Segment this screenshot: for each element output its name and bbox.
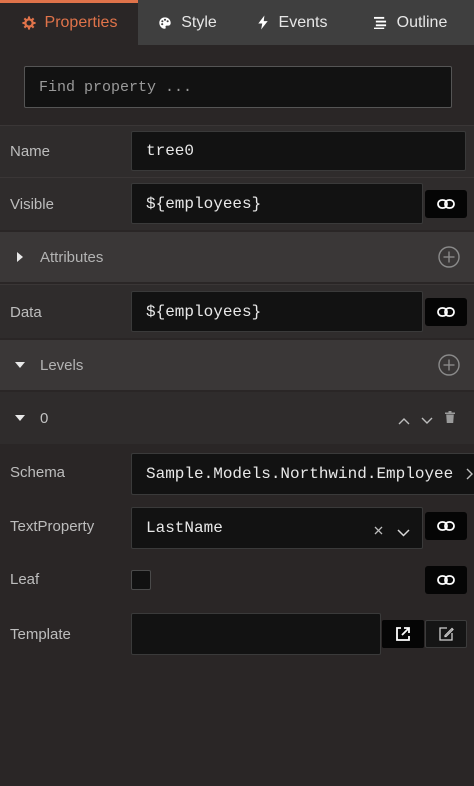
chevron-right-icon bbox=[466, 468, 473, 480]
name-input[interactable]: tree0 bbox=[131, 131, 466, 171]
level-index: 0 bbox=[40, 410, 49, 427]
lightning-icon bbox=[255, 15, 271, 31]
chevron-down-icon bbox=[397, 529, 410, 537]
external-link-icon bbox=[396, 627, 410, 641]
visible-input[interactable]: ${employees} bbox=[131, 183, 423, 224]
name-label: Name bbox=[10, 143, 51, 160]
tab-properties[interactable]: Properties bbox=[0, 0, 138, 45]
tab-label: Outline bbox=[396, 13, 448, 31]
edit-icon bbox=[438, 627, 454, 641]
tab-label: Events bbox=[278, 13, 328, 31]
link-icon bbox=[437, 199, 455, 209]
chevron-down-icon bbox=[421, 417, 433, 424]
caret-down-icon bbox=[14, 359, 26, 371]
levels-section-header[interactable]: Levels bbox=[0, 340, 474, 390]
property-search-area bbox=[0, 45, 474, 125]
link-icon bbox=[437, 521, 455, 531]
data-row: Data ${employees} bbox=[0, 284, 474, 338]
schema-label: Schema bbox=[10, 464, 66, 481]
schema-select[interactable]: Sample.Models.Northwind.Employee bbox=[131, 453, 474, 495]
attributes-title: Attributes bbox=[40, 249, 104, 266]
plus-circle-icon bbox=[438, 354, 460, 376]
level-0-header[interactable]: 0 bbox=[0, 392, 474, 444]
move-up-button[interactable] bbox=[398, 412, 410, 430]
delete-level-button[interactable] bbox=[445, 410, 455, 428]
text-property-dropdown-button[interactable] bbox=[397, 524, 410, 542]
add-level-button[interactable] bbox=[438, 354, 460, 376]
template-input[interactable] bbox=[131, 613, 381, 655]
link-icon bbox=[437, 307, 455, 317]
data-link-button[interactable] bbox=[425, 298, 467, 326]
open-template-button[interactable] bbox=[382, 620, 424, 648]
text-property-label: TextProperty bbox=[10, 518, 95, 535]
leaf-label: Leaf bbox=[10, 571, 40, 588]
find-property-input[interactable] bbox=[24, 66, 452, 108]
trash-icon bbox=[445, 411, 455, 423]
leaf-link-button[interactable] bbox=[425, 566, 467, 594]
attributes-section-header[interactable]: Attributes bbox=[0, 232, 474, 282]
tab-events[interactable]: Events bbox=[236, 0, 346, 45]
tab-outline[interactable]: Outline bbox=[346, 0, 474, 45]
list-icon bbox=[373, 15, 389, 31]
visible-label: Visible bbox=[10, 196, 54, 213]
gear-icon bbox=[21, 15, 37, 31]
tab-bar: Properties Style Events Outline bbox=[0, 0, 474, 45]
visible-link-button[interactable] bbox=[425, 190, 467, 218]
tab-label: Style bbox=[181, 13, 217, 31]
edit-template-button[interactable] bbox=[425, 620, 467, 648]
visible-row: Visible ${employees} bbox=[0, 177, 474, 230]
tab-label: Properties bbox=[44, 13, 118, 31]
level-0-body: Schema Sample.Models.Northwind.Employee … bbox=[0, 444, 474, 786]
template-label: Template bbox=[10, 626, 71, 643]
text-property-link-button[interactable] bbox=[425, 512, 467, 540]
leaf-checkbox[interactable] bbox=[131, 570, 151, 590]
chevron-up-icon bbox=[398, 418, 410, 425]
data-input[interactable]: ${employees} bbox=[131, 291, 423, 332]
tab-style[interactable]: Style bbox=[138, 0, 236, 45]
move-down-button[interactable] bbox=[421, 412, 433, 430]
add-attribute-button[interactable] bbox=[438, 246, 460, 268]
caret-right-icon bbox=[14, 251, 26, 263]
plus-circle-icon bbox=[438, 246, 460, 268]
data-label: Data bbox=[10, 304, 42, 321]
caret-down-icon bbox=[14, 412, 26, 424]
levels-title: Levels bbox=[40, 357, 84, 374]
palette-icon bbox=[157, 15, 173, 31]
schema-dropdown-arrow[interactable] bbox=[465, 467, 473, 485]
name-row: Name tree0 bbox=[0, 125, 474, 177]
close-icon bbox=[374, 526, 383, 535]
clear-text-property-button[interactable] bbox=[374, 522, 383, 540]
link-icon bbox=[437, 575, 455, 585]
